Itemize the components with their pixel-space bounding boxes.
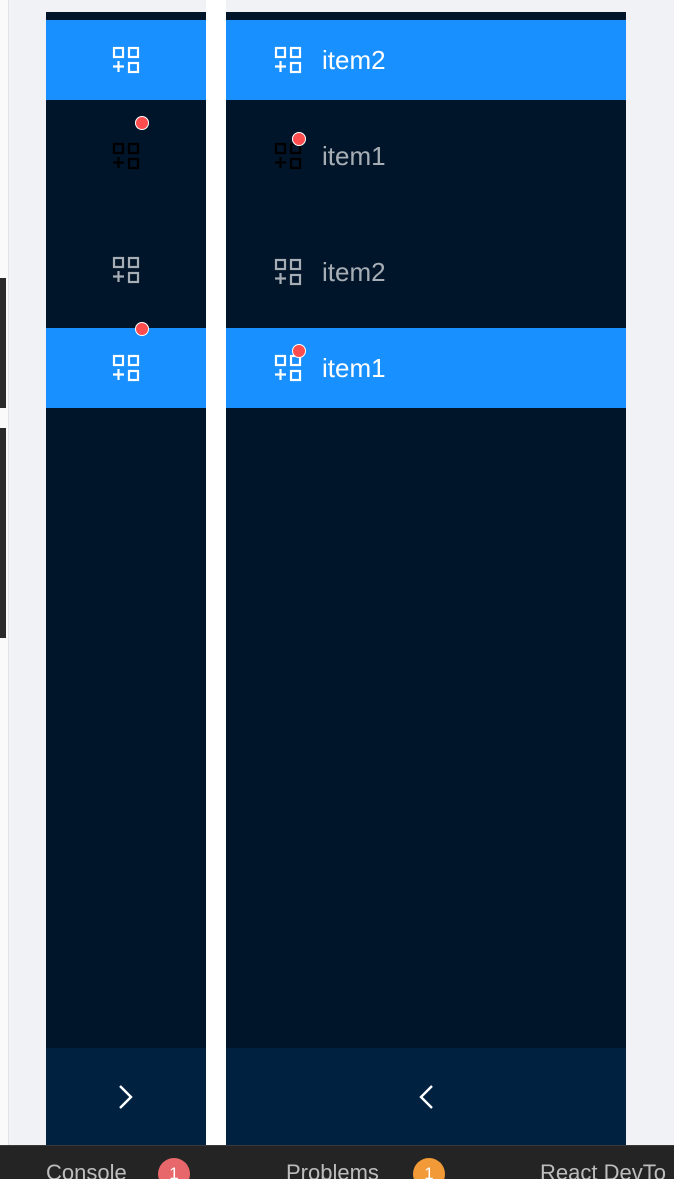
expanded-sider: item2 item1 item2 item1 [226,12,626,1145]
scrollbar-strip [0,428,6,638]
chevron-right-icon [119,1084,133,1109]
menu-item-item2[interactable]: item2 [226,232,626,312]
menu-item-label: item1 [322,353,386,383]
appstore-add-icon [274,132,306,170]
appstore-add-icon [274,258,302,286]
tab-problems[interactable]: Problems [286,1160,379,1179]
collapsed-menu-item-item2[interactable] [46,20,206,100]
appstore-add-icon [274,46,302,74]
tab-console[interactable]: Console [46,1160,127,1179]
notification-dot [292,132,306,146]
appstore-add-icon [112,256,140,284]
appstore-add-icon [112,142,140,170]
devtools-panel-bar: Console 1 Problems 1 React DevTo [0,1145,674,1179]
appstore-add-icon [112,46,140,74]
appstore-add-icon [274,344,306,382]
tab-react-devtools[interactable]: React DevTo [540,1160,666,1179]
menu-item-label: item2 [322,257,386,287]
collapse-trigger[interactable] [226,1048,626,1145]
problems-count-badge: 1 [413,1158,445,1179]
scrollbar-strip [0,278,6,408]
menu-item-label: item2 [322,45,386,75]
menu-item-item2[interactable]: item2 [226,20,626,100]
menu-item-label: item1 [322,141,386,171]
notification-dot [292,344,306,358]
menu-item-item1[interactable]: item1 [226,116,626,196]
notification-dot [135,322,149,336]
collapsed-menu-item-item1[interactable] [46,116,206,196]
chevron-left-icon [419,1084,433,1109]
console-count-badge: 1 [158,1158,190,1179]
notification-dot [135,116,149,130]
layout-gap [206,0,226,1145]
menu-item-item1[interactable]: item1 [226,328,626,408]
collapse-trigger[interactable] [46,1048,206,1145]
collapsed-menu-item-item2[interactable] [46,230,206,310]
collapsed-sider [46,12,206,1145]
collapsed-menu-item-item1[interactable] [46,322,206,408]
appstore-add-icon [112,354,140,382]
